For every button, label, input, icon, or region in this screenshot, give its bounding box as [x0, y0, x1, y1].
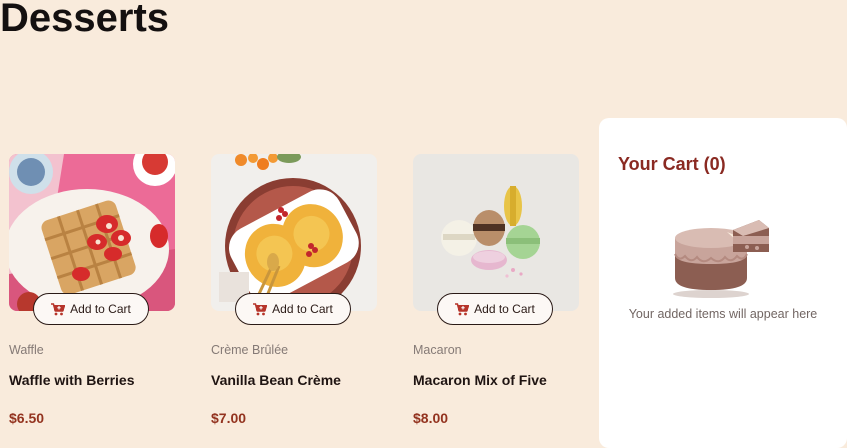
page-title: Desserts — [0, 0, 170, 40]
product-card-creme-brulee: Add to Cart Crème Brûlée Vanilla Bean Cr… — [211, 154, 377, 426]
product-category: Macaron — [413, 343, 462, 357]
add-to-cart-label: Add to Cart — [272, 302, 333, 316]
product-price: $7.00 — [211, 410, 247, 426]
cart-plus-icon — [51, 302, 66, 316]
product-category: Waffle — [9, 343, 44, 357]
product-price: $8.00 — [413, 410, 449, 426]
add-to-cart-button[interactable]: Add to Cart — [437, 293, 553, 325]
product-image-waffle[interactable] — [9, 154, 175, 311]
product-image-macaron[interactable] — [413, 154, 579, 311]
empty-cart-cake-icon — [671, 210, 777, 305]
cart-title: Your Cart (0) — [618, 154, 726, 174]
add-to-cart-button[interactable]: Add to Cart — [33, 293, 149, 325]
product-category: Crème Brûlée — [211, 343, 289, 357]
cart-empty-message: Your added items will appear here — [628, 307, 818, 321]
add-to-cart-label: Add to Cart — [70, 302, 131, 316]
product-card-waffle: Add to Cart Waffle Waffle with Berries $… — [9, 154, 175, 426]
product-card-macaron: Add to Cart Macaron Macaron Mix of Five … — [413, 154, 579, 426]
cart-plus-icon — [253, 302, 268, 316]
add-to-cart-button[interactable]: Add to Cart — [235, 293, 351, 325]
product-price: $6.50 — [9, 410, 45, 426]
add-to-cart-label: Add to Cart — [474, 302, 535, 316]
product-name: Macaron Mix of Five — [413, 372, 547, 388]
cart-plus-icon — [455, 302, 470, 316]
product-name: Vanilla Bean Crème — [211, 372, 341, 388]
product-name: Waffle with Berries — [9, 372, 135, 388]
product-image-creme-brulee[interactable] — [211, 154, 377, 311]
cart-panel: Your Cart (0) Your added items will appe… — [599, 118, 847, 448]
